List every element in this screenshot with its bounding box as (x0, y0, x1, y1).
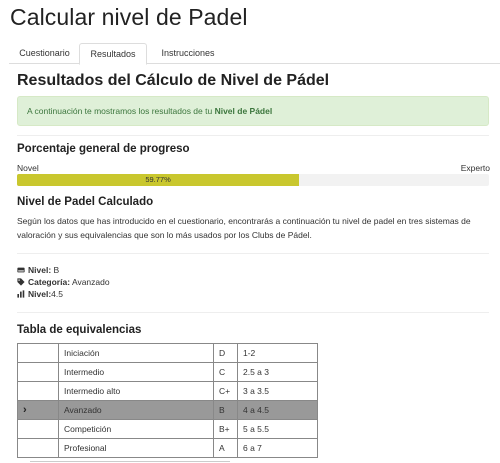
results-alert: A continuación te mostramos los resultad… (17, 96, 489, 126)
row-letter: C+ (213, 381, 238, 401)
level-number-line: Nivel:4.5 (17, 288, 110, 300)
table-row[interactable]: Iniciación D 1-2 (17, 343, 318, 363)
table-row[interactable]: Intermedio C 2.5 a 3 (17, 362, 318, 382)
progress-max-label: Experto (460, 163, 490, 173)
row-letter: D (213, 343, 238, 363)
nivel-label: Nivel: (28, 265, 52, 275)
hdd-icon (17, 267, 25, 273)
row-marker (17, 438, 59, 458)
level-category-line: Categoría: Avanzado (17, 276, 110, 288)
row-name: Intermedio alto (58, 381, 214, 401)
row-range: 5 a 5.5 (237, 419, 318, 439)
row-marker (17, 381, 59, 401)
row-range: 1-2 (237, 343, 318, 363)
row-letter: A (213, 438, 238, 458)
table-row[interactable]: Competición B+ 5 a 5.5 (17, 419, 318, 439)
row-name: Iniciación (58, 343, 214, 363)
alert-text: A continuación te mostramos los resultad… (27, 106, 215, 116)
row-marker (17, 362, 59, 382)
equivalences-title: Tabla de equivalencias (17, 324, 142, 336)
results-title: Resultados del Cálculo de Nivel de Pádel (17, 72, 330, 89)
row-name: Competición (58, 419, 214, 439)
table-row[interactable]: Intermedio alto C+ 3 a 3.5 (17, 381, 318, 401)
row-marker: › (17, 400, 59, 420)
nivel-value: B (51, 265, 60, 275)
nivel-num-value: 4.5 (51, 289, 63, 299)
row-range: 3 a 3.5 (237, 381, 318, 401)
level-summary: Nivel: B Categoría: Avanzado Nivel:4.5 (17, 264, 110, 300)
row-marker (17, 343, 59, 363)
row-name: Avanzado (58, 400, 214, 420)
row-letter: B (213, 400, 238, 420)
chevron-right-icon: › (23, 404, 27, 416)
progress-min-label: Novel (17, 163, 39, 173)
row-range: 4 a 4.5 (237, 400, 318, 420)
tab-instrucciones[interactable]: Instrucciones (148, 43, 228, 64)
table-row-selected[interactable]: › Avanzado B 4 a 4.5 (17, 400, 318, 420)
row-letter: C (213, 362, 238, 382)
divider (17, 135, 489, 136)
row-marker (17, 419, 59, 439)
progress-title: Porcentaje general de progreso (17, 143, 190, 155)
row-name: Profesional (58, 438, 214, 458)
progress-fill: 59.77% (17, 174, 300, 186)
progress-bar: 59.77% (17, 174, 489, 186)
equivalences-table: Iniciación D 1-2 Intermedio C 2.5 a 3 In… (17, 343, 318, 458)
divider (17, 312, 489, 313)
tab-cuestionario[interactable]: Cuestionario (12, 43, 77, 64)
categoria-value: Avanzado (70, 277, 110, 287)
categoria-label: Categoría: (28, 277, 71, 287)
table-row[interactable]: Profesional A 6 a 7 (17, 438, 318, 458)
tab-bar: Cuestionario Resultados Instrucciones (9, 40, 500, 65)
row-name: Intermedio (58, 362, 214, 382)
calculated-description: Según los datos que has introducido en e… (17, 216, 471, 240)
tab-resultados[interactable]: Resultados (79, 43, 147, 65)
row-range: 6 a 7 (237, 438, 318, 458)
bar-chart-icon (17, 290, 25, 298)
level-letter-line: Nivel: B (17, 264, 110, 276)
alert-strong-text: Nivel de Pádel (214, 106, 273, 116)
page-title: Calcular nivel de Padel (10, 4, 248, 30)
divider (17, 253, 489, 254)
row-range: 2.5 a 3 (237, 362, 318, 382)
tag-icon (17, 278, 25, 286)
calculated-title: Nivel de Padel Calculado (17, 196, 154, 208)
row-letter: B+ (213, 419, 238, 439)
nivel-num-label: Nivel: (28, 289, 52, 299)
